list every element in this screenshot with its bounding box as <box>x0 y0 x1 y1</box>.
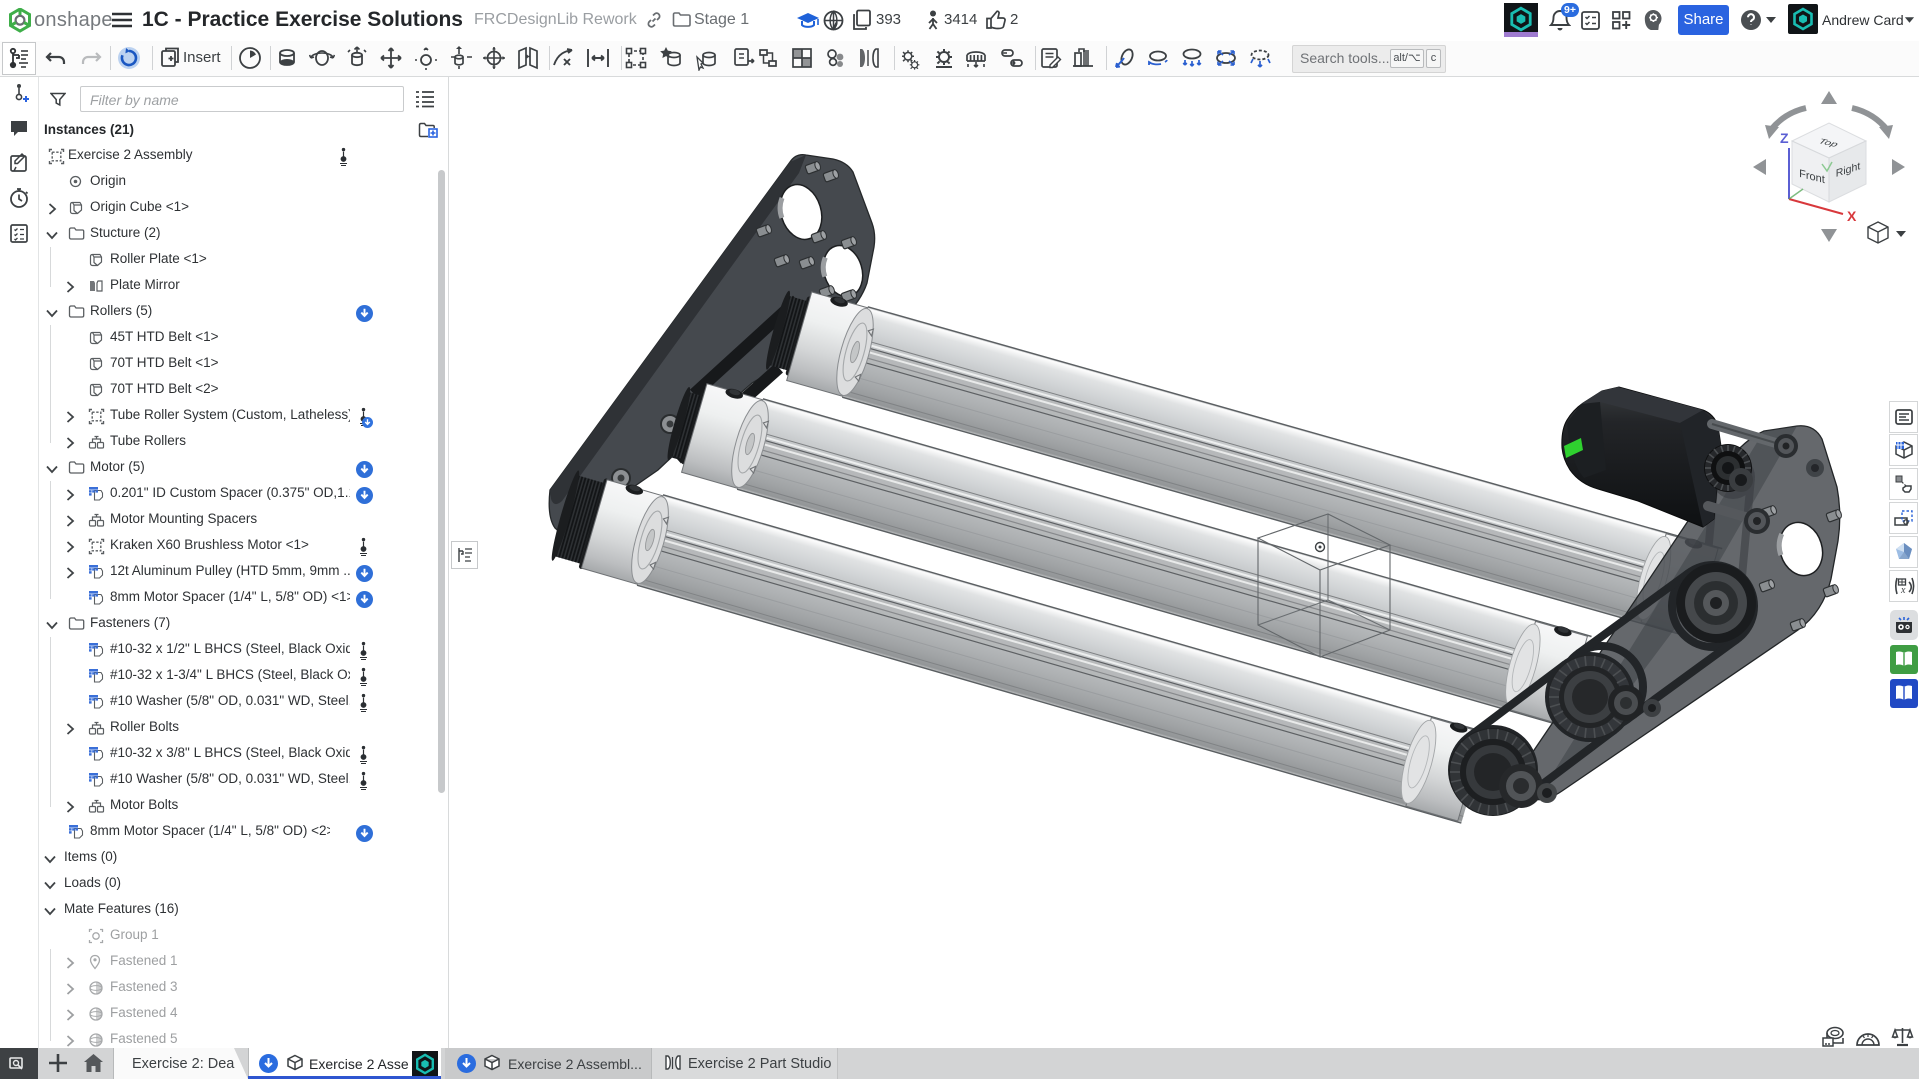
svg-text:X: X <box>1847 208 1857 224</box>
svg-text:x: x <box>1900 585 1906 596</box>
svg-text:Z: Z <box>1780 130 1789 146</box>
